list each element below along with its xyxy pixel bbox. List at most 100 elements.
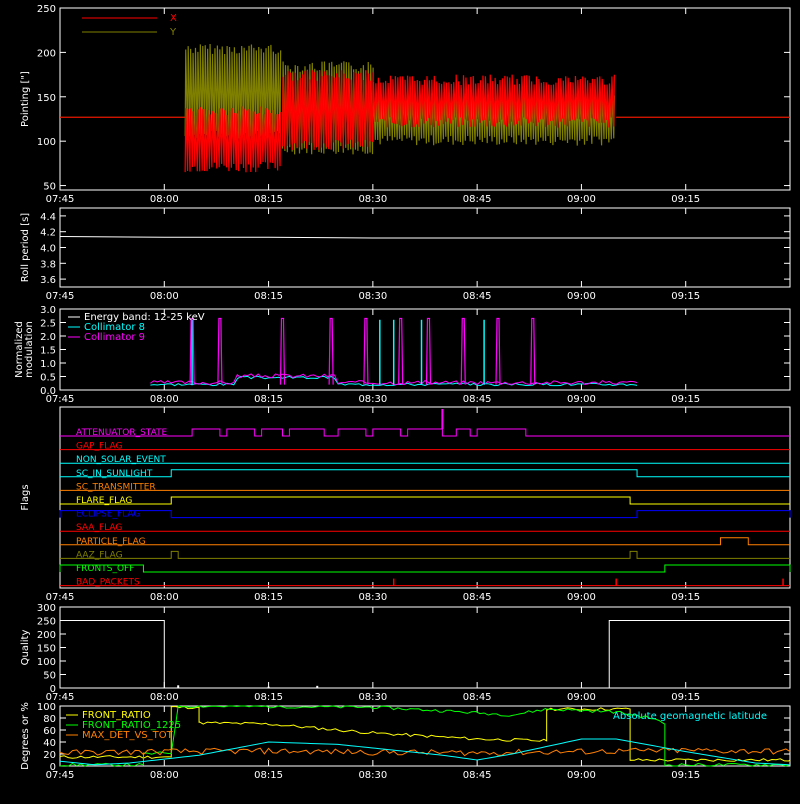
modulation-ylabel: modulation: [24, 321, 35, 378]
modulation-xtick-label: 09:15: [671, 394, 700, 405]
pointing-xtick-label: 09:00: [567, 194, 596, 205]
modulation-ytick-label: 1.5: [40, 346, 56, 357]
roll-xtick-label: 09:15: [671, 291, 700, 302]
modulation-legend-label: Collimator 9: [84, 332, 145, 343]
flags-xtick-label: 08:45: [463, 592, 492, 603]
geo-ytick-label: 100: [37, 702, 56, 713]
geo-ylabel: Degrees or %: [20, 702, 31, 770]
quality-xtick-label: 08:00: [150, 692, 179, 703]
pointing-ytick-label: 50: [43, 182, 56, 193]
flags-label-fronts_off: FRONTS_OFF: [76, 564, 134, 574]
geo-legend-label: MAX_DET_VS_TOT: [82, 730, 174, 741]
flags-xtick-label: 09:15: [671, 592, 700, 603]
modulation-xtick-label: 08:30: [358, 394, 387, 405]
flags-label-aaz_flag: AAZ_FLAG: [76, 550, 123, 560]
pointing-ytick-label: 150: [37, 93, 56, 104]
flags-xtick-label: 07:45: [46, 592, 75, 603]
quality-ytick-label: 0: [50, 684, 56, 695]
plot-canvas: 07:45 08:00 08:15 08:30 08:45 09:00 09:15 50 100…: [14, 4, 791, 781]
pointing-xtick-label: 09:15: [671, 194, 700, 205]
summary-plot: 07:45 08:00 08:15 08:30 08:45 09:00 09:15 50 100…: [0, 0, 800, 800]
geo-ytick-label: 80: [43, 714, 56, 725]
geo-xtick-label: 09:00: [567, 770, 596, 781]
quality-ytick-label: 100: [37, 657, 56, 668]
roll-ytick-label: 3.8: [40, 259, 56, 270]
flags-trace-attenuator_state: [60, 428, 790, 437]
flags-trace-particle_flag: [60, 537, 790, 546]
pointing-xtick-label: 08:15: [254, 194, 283, 205]
pointing-series-X: [281, 70, 374, 151]
quality-series-line: [60, 620, 790, 689]
flags-label-attenuator_state: ATTENUATOR_STATE: [76, 428, 168, 438]
flags-label-non_solar_event: NON_SOLAR_EVENT: [76, 455, 166, 465]
modulation-ytick-label: 0.5: [40, 373, 56, 384]
modulation-xtick-label: 08:45: [463, 394, 492, 405]
quality-xtick-label: 09:15: [671, 692, 700, 703]
quality-xtick-label: 09:00: [567, 692, 596, 703]
roll-xtick-label: 08:30: [358, 291, 387, 302]
roll-frame: [59, 207, 791, 288]
quality-ytick-label: 50: [43, 671, 56, 682]
flags-xtick-label: 08:15: [254, 592, 283, 603]
pointing-ylabel: Pointing ["]: [20, 71, 31, 127]
flags-ylabel: Flags: [20, 484, 31, 510]
geo-ytick-label: 60: [43, 726, 56, 737]
roll-ytick-label: 3.6: [40, 275, 56, 286]
modulation-ytick-label: 3.0: [40, 305, 56, 316]
quality-ytick-label: 300: [37, 603, 56, 614]
modulation-ytick-label: 0.0: [40, 386, 56, 397]
pointing-ytick-label: 250: [37, 4, 56, 15]
modulation-xtick-label: 08:00: [150, 394, 179, 405]
geo-series-max_det_vs_tot: [59, 747, 791, 757]
modulation-xtick-label: 08:15: [254, 394, 283, 405]
flags-label-eclipse_flag: ECLIPSE_FLAG: [76, 510, 140, 520]
pointing-legend-label: X: [170, 13, 177, 24]
modulation-spike-c9: [460, 317, 466, 385]
quality-ytick-label: 150: [37, 644, 56, 655]
geo-xtick-label: 08:45: [463, 770, 492, 781]
geo-xtick-label: 09:15: [671, 770, 700, 781]
geo-series-latitude: [59, 738, 791, 766]
geo-ytick-label: 20: [43, 750, 56, 761]
quality-frame: [59, 606, 791, 689]
roll-ytick-label: 4.4: [40, 212, 56, 223]
flags-trace-eclipse_flag: [59, 510, 791, 519]
modulation-spike-c9: [495, 317, 501, 385]
geo-ytick-label: 40: [43, 738, 56, 749]
pointing-xtick-label: 07:45: [46, 194, 75, 205]
flags-trace-flare_flag: [60, 496, 790, 505]
flags-xtick-label: 08:00: [150, 592, 179, 603]
roll-xtick-label: 08:15: [254, 291, 283, 302]
modulation-xtick-label: 09:00: [567, 394, 596, 405]
modulation-ytick-label: 1.0: [40, 359, 56, 370]
geo-annotation: Absolute geomagnetic latitude: [613, 711, 767, 722]
pointing-ytick-label: 200: [37, 48, 56, 59]
geo-xtick-label: 08:30: [358, 770, 387, 781]
flags-trace-aaz_flag: [60, 550, 790, 559]
modulation-spike-c9: [398, 317, 404, 385]
geo-xtick-label: 08:00: [150, 770, 179, 781]
roll-series-line: [59, 235, 790, 239]
pointing-xtick-label: 08:00: [150, 194, 179, 205]
roll-ytick-label: 4.2: [40, 228, 56, 239]
pointing-legend-label: Y: [169, 27, 177, 38]
flags-label-sc_transmitter: SC_TRANSMITTER: [76, 482, 156, 492]
roll-xtick-label: 09:00: [567, 291, 596, 302]
flags-label-particle_flag: PARTICLE_FLAG: [76, 537, 146, 547]
flags-label-sc_in_sunlight: SC_IN_SUNLIGHT: [76, 469, 153, 479]
roll-ytick-label: 4.0: [40, 244, 56, 255]
roll-xtick-label: 08:45: [463, 291, 492, 302]
geo-xtick-label: 08:15: [254, 770, 283, 781]
quality-xtick-label: 08:45: [463, 692, 492, 703]
geo-ytick-label: 0: [50, 762, 56, 773]
flags-label-flare_flag: FLARE_FLAG: [76, 496, 132, 506]
quality-xtick-label: 08:15: [254, 692, 283, 703]
pointing-xtick-label: 08:30: [358, 194, 387, 205]
quality-ytick-label: 200: [37, 630, 56, 641]
modulation-spike-c9: [425, 317, 432, 385]
flags-label-gap_flag: GAP_FLAG: [76, 442, 122, 452]
flags-trace-sc_in_sunlight: [60, 469, 790, 478]
roll-xtick-label: 08:00: [150, 291, 179, 302]
flags-label-saa_flag: SAA_FLAG: [76, 523, 122, 533]
quality-xtick-label: 08:30: [358, 692, 387, 703]
